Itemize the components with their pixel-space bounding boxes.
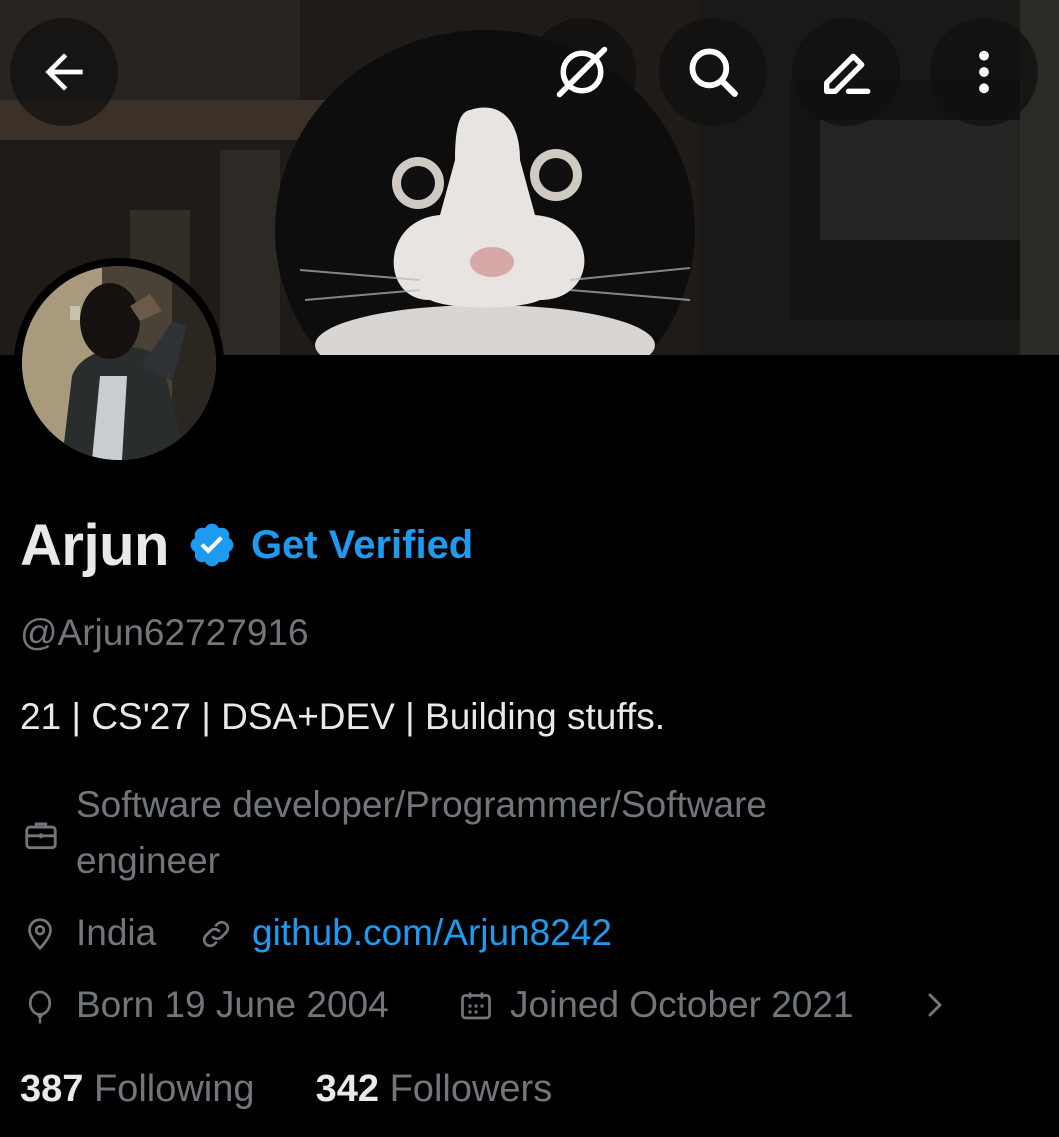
calendar-icon [461, 992, 491, 1020]
follow-stats: 387 Following 342 Followers [20, 1068, 552, 1111]
following-count: 387 [20, 1068, 84, 1110]
avatar-image [22, 266, 216, 460]
following-label: Following [93, 1068, 255, 1110]
pencil-icon [824, 53, 871, 94]
edit-button[interactable] [792, 18, 900, 126]
chevron-right-icon[interactable] [920, 988, 950, 1022]
link-icon [202, 920, 230, 948]
balloon-icon [28, 990, 52, 1024]
avatar[interactable] [14, 258, 224, 468]
followers-stat[interactable]: 342 Followers [316, 1068, 553, 1110]
profile-name: Arjun [20, 512, 169, 578]
website-link[interactable]: github.com/Arjun8242 [252, 912, 612, 954]
grok-icon [556, 46, 608, 98]
profession-line1: Software developer/Programmer/Software [76, 784, 767, 825]
location-text: India [76, 912, 157, 953]
profession-item: Software developer/Programmer/Software e… [0, 784, 1059, 894]
location-pin-icon [28, 918, 52, 951]
following-stat[interactable]: 387 Following [20, 1068, 255, 1110]
profile-handle: @Arjun62727916 [20, 612, 309, 653]
followers-count: 342 [315, 1068, 380, 1110]
more-vertical-icon [979, 50, 989, 94]
verified-badge-icon[interactable] [187, 520, 237, 570]
search-icon [689, 48, 738, 97]
grok-button[interactable] [528, 18, 636, 126]
name-row: Arjun Get Verified [20, 510, 473, 580]
profession-line2: engineer [76, 840, 221, 881]
profile-bio: 21 | CS'27 | DSA+DEV | Building stuffs. [20, 696, 666, 737]
followers-label: Followers [389, 1068, 553, 1110]
joined-text: Joined October 2021 [510, 984, 854, 1025]
arrow-left-icon [45, 53, 83, 91]
back-button[interactable] [10, 18, 118, 126]
search-button[interactable] [659, 18, 767, 126]
more-button[interactable] [930, 18, 1038, 126]
birthday-text: Born 19 June 2004 [76, 984, 389, 1025]
briefcase-icon [25, 822, 57, 850]
get-verified-link[interactable]: Get Verified [251, 523, 473, 568]
location-link-row: India github.com/Arjun8242 [0, 912, 1059, 962]
dates-row: Born 19 June 2004 Joined October 2021 [0, 984, 1059, 1034]
